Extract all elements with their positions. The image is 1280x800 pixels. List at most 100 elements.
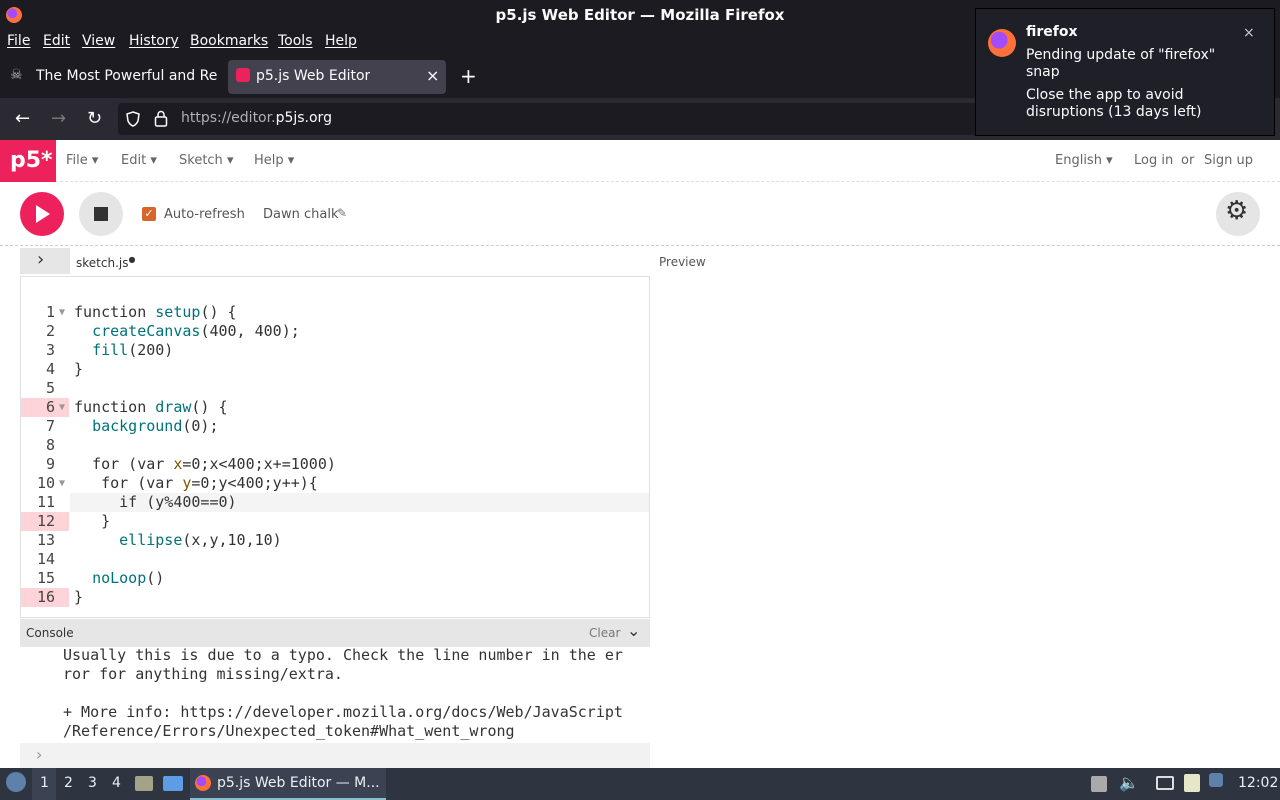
code-editor[interactable]: 1 ▼ 2 3 4 5 6 ▼ 7 8 9 10 ▼ 11 12 13 14 15 16 function setu…: [20, 276, 650, 618]
chevron-right-icon: ›: [37, 249, 45, 270]
code-line[interactable]: createCanvas(400, 400);: [74, 322, 300, 341]
notifications-icon[interactable]: [1209, 773, 1223, 787]
play-button[interactable]: [20, 192, 64, 236]
forward-icon[interactable]: →: [51, 108, 66, 129]
file-tab-sketch-js[interactable]: sketch.js●: [76, 255, 135, 270]
fold-arrow-icon[interactable]: ▼: [59, 474, 69, 493]
code-line[interactable]: for (var x=0;x<400;x+=1000): [74, 455, 336, 474]
play-icon: [36, 205, 50, 223]
autorefresh-label[interactable]: Auto-refresh: [164, 207, 245, 222]
tab-close-icon[interactable]: ×: [426, 66, 439, 85]
notification-line: Close the app to avoid: [1026, 87, 1184, 103]
clock: 12:02: [1238, 775, 1279, 791]
menu-history[interactable]: History: [129, 33, 179, 49]
sidebar-toggle-button[interactable]: ›: [20, 248, 70, 274]
p5-menu-help[interactable]: Help ▾: [254, 153, 294, 168]
notification-line: snap: [1026, 64, 1060, 80]
firefox-logo-icon: [195, 775, 211, 791]
reload-icon[interactable]: ↻: [87, 108, 102, 129]
fold-arrow-icon[interactable]: ▼: [59, 398, 69, 417]
gear-icon: ⚙: [1225, 196, 1249, 226]
workspace-2[interactable]: 2: [64, 775, 73, 791]
start-menu-icon[interactable]: [6, 772, 26, 792]
new-tab-icon[interactable]: +: [460, 64, 477, 88]
menu-help[interactable]: Help: [325, 33, 357, 49]
taskbar-window-firefox[interactable]: p5.js Web Editor — M...: [190, 768, 386, 800]
p5-menu-file[interactable]: File ▾: [66, 153, 98, 168]
console-line: /Reference/Errors/Unexpected_token#What_…: [63, 722, 515, 740]
line-number: 13: [36, 531, 55, 549]
console-output: Usually this is due to a typo. Check the…: [20, 646, 650, 743]
volume-icon[interactable]: 🔈: [1119, 773, 1139, 792]
tray-updates-icon[interactable]: [1091, 776, 1107, 792]
taskbar: 1 2 3 4 p5.js Web Editor — M... 🔈 12:02: [0, 768, 1280, 800]
menu-tools[interactable]: Tools: [278, 33, 313, 49]
code-line[interactable]: fill(200): [74, 341, 173, 360]
console-prompt[interactable]: ›: [36, 745, 42, 764]
lock-icon[interactable]: [154, 110, 168, 127]
clipboard-icon[interactable]: [1184, 774, 1200, 792]
tab-active[interactable]: p5.js Web Editor ×: [228, 60, 446, 94]
stop-button[interactable]: [79, 192, 123, 236]
back-icon[interactable]: ←: [15, 108, 30, 129]
console-collapse-icon[interactable]: ⌄: [627, 621, 640, 640]
p5-favicon-icon: [236, 68, 250, 82]
menu-file[interactable]: File: [7, 33, 30, 49]
workspace-3[interactable]: 3: [88, 775, 97, 791]
console-line: ror for anything missing/extra.: [63, 665, 343, 683]
notification-close-icon[interactable]: ×: [1243, 25, 1255, 41]
line-number: 4: [45, 360, 55, 378]
or-text: or: [1181, 153, 1195, 168]
code-line[interactable]: function draw() {: [74, 398, 228, 417]
p5-menu-sketch[interactable]: Sketch ▾: [179, 153, 233, 168]
notification-line: Pending update of "firefox": [1026, 47, 1216, 63]
language-select[interactable]: English ▾: [1055, 153, 1113, 168]
p5-navbar: p5* File ▾ Edit ▾ Sketch ▾ Help ▾ Englis…: [0, 140, 1280, 182]
workspace-4[interactable]: 4: [112, 775, 121, 791]
p5-logo[interactable]: p5*: [0, 140, 56, 182]
code-line[interactable]: ellipse(x,y,10,10): [74, 531, 282, 550]
url-text[interactable]: https://editor.p5js.org: [181, 110, 332, 126]
login-link[interactable]: Log in: [1134, 153, 1173, 168]
tab-label: p5.js Web Editor: [256, 68, 371, 84]
line-number: 9: [45, 455, 55, 473]
shield-icon[interactable]: [126, 111, 140, 127]
line-number: 16: [21, 588, 69, 607]
show-desktop-icon[interactable]: [163, 776, 183, 791]
code-line[interactable]: }: [74, 588, 83, 607]
console-clear-button[interactable]: Clear: [589, 626, 620, 640]
settings-button[interactable]: ⚙: [1216, 192, 1260, 236]
code-line[interactable]: }: [74, 512, 110, 531]
code-line[interactable]: if (y%400==0): [74, 493, 236, 512]
notification-line: disruptions (13 days left): [1026, 104, 1202, 120]
edit-pencil-icon[interactable]: ✎: [337, 206, 347, 220]
autorefresh-checkbox[interactable]: ✓: [142, 207, 156, 221]
code-line[interactable]: background(0);: [74, 417, 218, 436]
line-number: 11: [36, 493, 55, 511]
menu-view[interactable]: View: [82, 33, 115, 49]
file-manager-icon[interactable]: [135, 776, 153, 791]
update-notification[interactable]: firefox × Pending update of "firefox" sn…: [975, 8, 1275, 136]
stop-icon: [94, 207, 108, 221]
fold-arrow-icon[interactable]: ▼: [59, 303, 69, 322]
line-number: 5: [45, 379, 55, 397]
sketch-name[interactable]: Dawn chalk: [263, 207, 338, 222]
code-line[interactable]: noLoop(): [74, 569, 164, 588]
p5-menu-edit[interactable]: Edit ▾: [121, 153, 157, 168]
unsaved-dot-icon: ●: [128, 255, 136, 264]
taskbar-window-label: p5.js Web Editor — M...: [217, 775, 380, 791]
code-line[interactable]: for (var y=0;y<400;y++){: [74, 474, 318, 493]
code-line[interactable]: }: [74, 360, 83, 379]
signup-link[interactable]: Sign up: [1204, 153, 1253, 168]
url-bar[interactable]: https://editor.p5js.org: [118, 103, 978, 135]
menu-edit[interactable]: Edit: [43, 33, 70, 49]
menu-bookmarks[interactable]: Bookmarks: [190, 33, 268, 49]
console-panel: Console Clear ⌄ Usually this is due to a…: [20, 619, 650, 769]
line-number: 12: [21, 512, 69, 531]
tab-inactive[interactable]: ☠ The Most Powerful and Re: [4, 60, 226, 94]
code-line[interactable]: function setup() {: [74, 303, 237, 322]
network-icon[interactable]: [1156, 776, 1174, 790]
tab-label: The Most Powerful and Re: [36, 68, 218, 84]
console-header: Console Clear ⌄: [20, 619, 650, 647]
workspace-1[interactable]: 1: [40, 775, 49, 791]
